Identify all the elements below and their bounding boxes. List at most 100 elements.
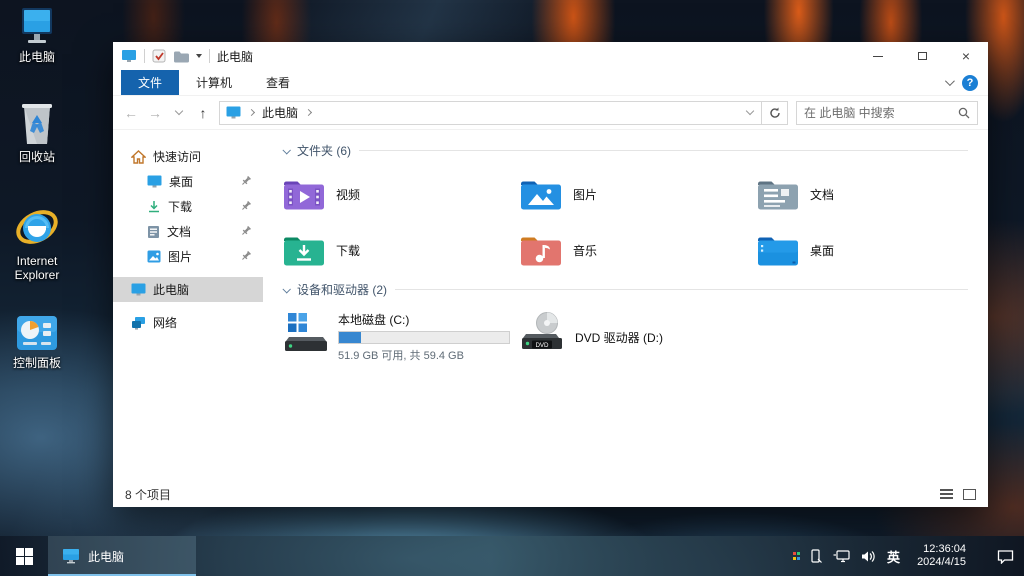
- address-dropdown-icon[interactable]: [739, 102, 761, 124]
- recent-locations-dropdown[interactable]: [167, 101, 191, 125]
- sidebar-item-label: 文档: [167, 225, 192, 239]
- sidebar-item-quick-access[interactable]: 快速访问: [113, 144, 263, 169]
- folder-label: 视频: [336, 187, 361, 202]
- volume-tray-icon[interactable]: [861, 550, 876, 563]
- disk-usage-bar: [338, 331, 510, 344]
- drive-name: DVD 驱动器 (D:): [575, 330, 663, 345]
- folder-label: 音乐: [573, 243, 598, 258]
- tab-view[interactable]: 查看: [249, 70, 307, 95]
- download-icon: [149, 201, 159, 213]
- drive-tile-dvd-d[interactable]: DVD DVD 驱动器 (D:): [520, 310, 757, 363]
- up-button[interactable]: ↑: [191, 101, 215, 125]
- ribbon-collapse-icon[interactable]: [944, 76, 955, 87]
- pin-icon: [242, 176, 251, 185]
- taskbar-app-this-pc[interactable]: 此电脑: [48, 536, 196, 576]
- this-pc-icon: [131, 283, 146, 296]
- desktop-icon-control-panel[interactable]: 控制面板: [2, 314, 72, 370]
- close-icon: ×: [961, 48, 971, 64]
- folder-tile-pictures[interactable]: 图片: [520, 173, 757, 215]
- pin-icon: [242, 201, 251, 210]
- close-button[interactable]: ×: [944, 42, 988, 70]
- new-folder-icon[interactable]: [173, 50, 189, 63]
- folder-tile-videos[interactable]: 视频: [283, 173, 520, 215]
- refresh-button[interactable]: [762, 100, 788, 125]
- sidebar-item-label: 此电脑: [153, 283, 190, 297]
- recycle-bin-icon: [22, 104, 52, 144]
- sidebar-item-label: 网络: [153, 316, 178, 330]
- drive-tile-local-disk-c[interactable]: 本地磁盘 (C:) 51.9 GB 可用, 共 59.4 GB: [283, 310, 520, 363]
- this-pc-icon: [22, 8, 52, 43]
- sidebar-item-label: 桌面: [169, 175, 194, 189]
- device-tray-icon[interactable]: [811, 548, 822, 564]
- action-center-icon[interactable]: [997, 549, 1014, 564]
- sidebar-item-this-pc[interactable]: 此电脑: [113, 277, 263, 302]
- navigation-pane: 快速访问 桌面 下载 文档 图片 此电脑 网络: [113, 130, 263, 481]
- taskbar: 此电脑 英 12:36:04 2024/4/15: [0, 536, 1024, 576]
- tray-app-icon[interactable]: [792, 552, 801, 560]
- pin-icon: [242, 251, 251, 260]
- sidebar-item-label: 下载: [168, 200, 193, 214]
- sidebar-item-downloads[interactable]: 下载: [113, 194, 263, 219]
- search-box[interactable]: [796, 100, 978, 125]
- sidebar-item-pictures[interactable]: 图片: [113, 244, 263, 269]
- sidebar-item-desktop[interactable]: 桌面: [113, 169, 263, 194]
- videos-folder-icon: [284, 181, 324, 210]
- qat-customize-dropdown-icon[interactable]: [196, 54, 202, 58]
- desktop-icon-recycle-bin[interactable]: 回收站: [2, 102, 72, 164]
- address-bar[interactable]: 此电脑: [219, 100, 762, 125]
- section-title: 设备和驱动器 (2): [297, 283, 388, 297]
- file-list-area: 文件夹 (6) 视频 图片 文档 下载 音乐 桌面 设备和驱动器 (2) 本地磁…: [263, 130, 988, 481]
- items-count: 8 个项目: [125, 487, 172, 502]
- collapse-section-icon[interactable]: [282, 284, 291, 294]
- folder-tile-downloads[interactable]: 下载: [283, 229, 520, 271]
- folder-label: 桌面: [810, 243, 835, 258]
- divider: [359, 150, 968, 151]
- sidebar-item-label: 图片: [168, 250, 193, 264]
- details-view-icon[interactable]: [940, 489, 953, 499]
- sidebar-item-documents[interactable]: 文档: [113, 219, 263, 244]
- clock-date: 2024/4/15: [917, 556, 966, 568]
- maximize-button[interactable]: [900, 42, 944, 70]
- back-button[interactable]: ←: [119, 101, 143, 125]
- desktop-icon-this-pc[interactable]: 此电脑: [2, 6, 72, 64]
- tab-computer[interactable]: 计算机: [179, 70, 249, 95]
- breadcrumb-pc-icon: [226, 106, 241, 119]
- start-button[interactable]: [0, 536, 48, 576]
- folder-label: 图片: [573, 187, 598, 202]
- search-input[interactable]: [804, 105, 958, 120]
- breadcrumb-location[interactable]: 此电脑: [262, 104, 298, 121]
- forward-button[interactable]: →: [143, 101, 167, 125]
- tab-file[interactable]: 文件: [121, 70, 180, 95]
- divider: [395, 289, 968, 290]
- collapse-section-icon[interactable]: [282, 145, 291, 155]
- quick-access-toolbar: [121, 49, 210, 63]
- internet-explorer-icon: [16, 210, 58, 244]
- network-tray-icon[interactable]: [833, 549, 850, 563]
- help-icon[interactable]: ?: [962, 74, 978, 91]
- large-icons-view-icon[interactable]: [963, 488, 976, 500]
- desktop-icon-internet-explorer[interactable]: Internet Explorer: [2, 206, 72, 282]
- taskbar-clock[interactable]: 12:36:04 2024/4/15: [917, 543, 966, 569]
- refresh-icon: [769, 107, 780, 118]
- pin-icon: [242, 226, 251, 235]
- home-icon: [131, 149, 146, 164]
- dvd-drive-icon: DVD: [522, 312, 562, 349]
- section-title: 文件夹 (6): [297, 144, 352, 158]
- window-pc-icon: [122, 50, 136, 62]
- folder-tile-music[interactable]: 音乐: [520, 229, 757, 271]
- divider: [144, 49, 145, 63]
- folder-tile-documents[interactable]: 文档: [757, 173, 994, 215]
- system-tray: 英 12:36:04 2024/4/15: [792, 536, 1024, 576]
- search-icon: [958, 107, 970, 118]
- minimize-button[interactable]: [856, 42, 900, 70]
- desktop-icon-label: 此电脑: [18, 50, 55, 64]
- folder-tile-desktop[interactable]: 桌面: [757, 229, 994, 271]
- sidebar-item-network[interactable]: 网络: [113, 310, 263, 335]
- control-panel-icon: [17, 316, 57, 350]
- input-language-indicator[interactable]: 英: [887, 547, 900, 566]
- dvd-badge: DVD: [535, 342, 549, 349]
- breadcrumb-separator-icon: [247, 108, 256, 117]
- properties-icon[interactable]: [152, 49, 166, 63]
- folder-label: 下载: [336, 243, 361, 258]
- desktop-icon-label: Internet Explorer: [14, 254, 60, 282]
